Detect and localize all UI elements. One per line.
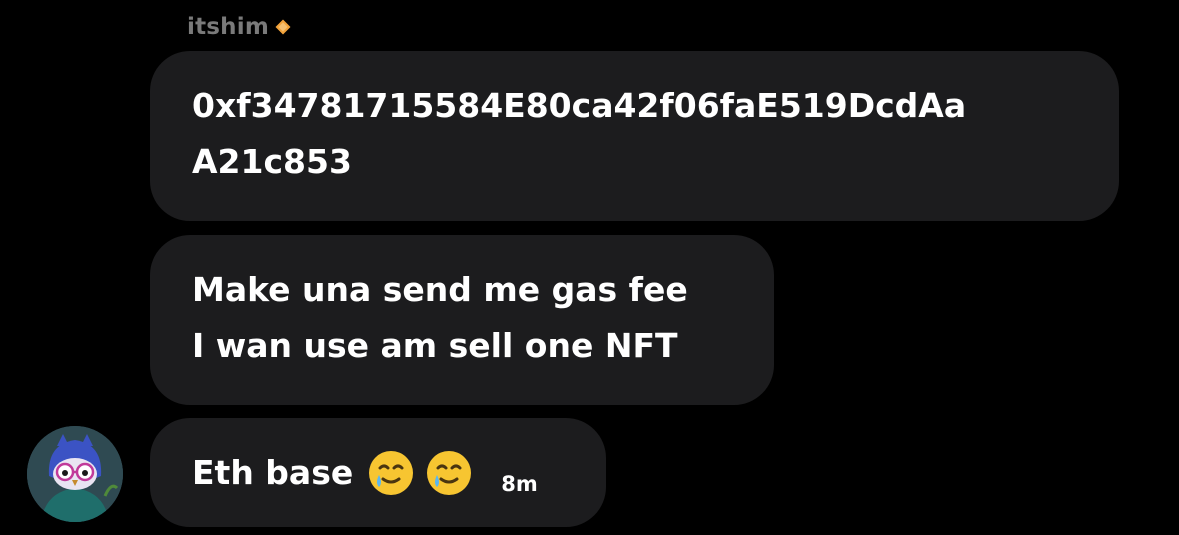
message-line: 0xf34781715584E80ca42f06faE519DcdAa — [192, 86, 967, 125]
message-bubble-gas-fee[interactable]: Make una send me gas fee I wan use am se… — [150, 235, 774, 405]
message-line: I wan use am sell one NFT — [192, 326, 678, 365]
message-bubble-wallet-address[interactable]: 0xf34781715584E80ca42f06faE519DcdAa A21c… — [150, 51, 1119, 221]
smiling-face-with-tear-icon — [427, 450, 472, 495]
owl-avatar-icon — [27, 426, 123, 522]
message-line: Make una send me gas fee — [192, 270, 688, 309]
message-timestamp: 8m — [501, 471, 538, 496]
message-text: Eth base — [192, 452, 354, 492]
smiling-face-with-tear-icon — [369, 450, 414, 495]
sender-name[interactable]: itshim — [187, 14, 269, 40]
message-bubble-eth-base[interactable]: Eth base 8m — [150, 418, 606, 527]
sender-header: itshim — [187, 14, 291, 40]
sender-avatar[interactable] — [27, 426, 123, 522]
message-line: A21c853 — [192, 142, 352, 181]
orange-diamond-icon — [275, 19, 291, 35]
